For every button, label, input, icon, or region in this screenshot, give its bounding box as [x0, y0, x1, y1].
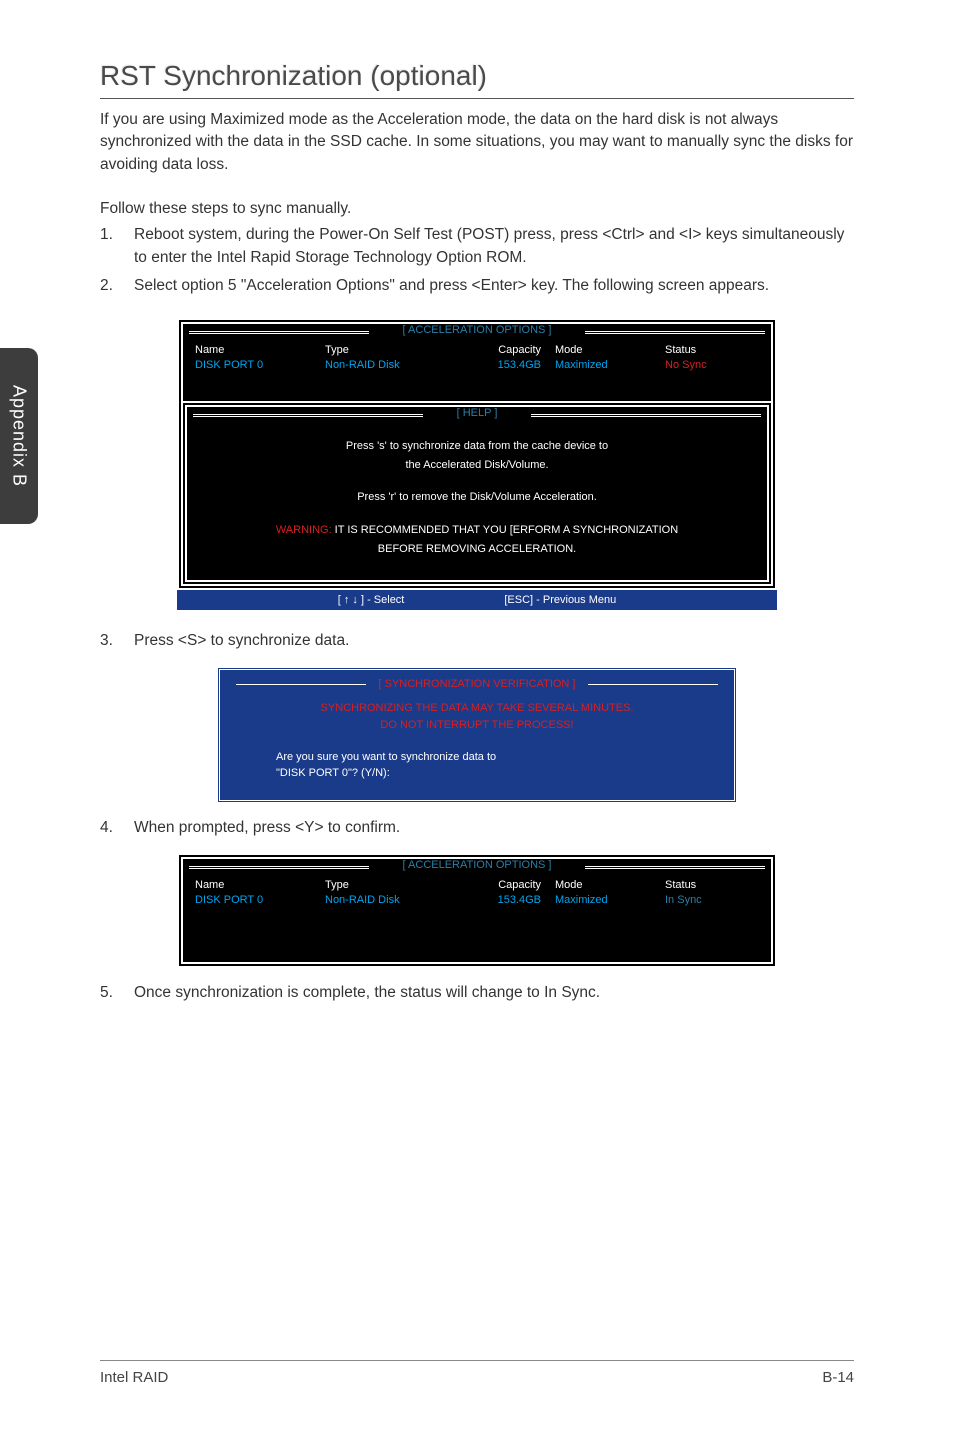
bios-footer-bar: [ ↑ ↓ ] - Select [ESC] - Previous Menu — [177, 590, 777, 610]
sync-verification-dialog: [ SYNCHRONIZATION VERIFICATION ] SYNCHRO… — [217, 667, 737, 803]
bios-help-content: Press 's' to synchronize data from the c… — [187, 421, 767, 580]
step-1: Reboot system, during the Power-On Self … — [100, 224, 854, 269]
bios-footer-select: [ ↑ ↓ ] - Select — [338, 594, 405, 606]
sync-verify-title: [ SYNCHRONIZATION VERIFICATION ] — [236, 678, 718, 690]
bios-help-title: [ HELP ] — [187, 407, 767, 421]
sync-warning-text: SYNCHRONIZING THE DATA MAY TAKE SEVERAL … — [236, 700, 718, 735]
bios2-table-header: Name Type Capacity Mode Status — [195, 879, 759, 891]
bios-table-header: Name Type Capacity Mode Status — [195, 344, 759, 356]
footer-page-number: B-14 — [822, 1369, 854, 1386]
bios-footer-esc: [ESC] - Previous Menu — [504, 594, 616, 606]
follow-text: Follow these steps to sync manually. — [100, 200, 854, 218]
step-2: Select option 5 "Acceleration Options" a… — [100, 275, 854, 297]
bios2-table-row: DISK PORT 0 Non-RAID Disk 153.4GB Maximi… — [195, 894, 759, 906]
bios-acceleration-options-insync: [ ACCELERATION OPTIONS ] Name Type Capac… — [177, 853, 777, 968]
page-title: RST Synchronization (optional) — [100, 60, 854, 99]
step-3: Press <S> to synchronize data. — [100, 630, 854, 652]
intro-paragraph: If you are using Maximized mode as the A… — [100, 109, 854, 176]
bios-table-row: DISK PORT 0 Non-RAID Disk 153.4GB Maximi… — [195, 359, 759, 371]
bios-acceleration-options-screen: [ ACCELERATION OPTIONS ] Name Type Capac… — [177, 318, 777, 610]
page-footer: Intel RAID B-14 — [100, 1360, 854, 1386]
step-5: Once synchronization is complete, the st… — [100, 982, 854, 1004]
bios-section-title: [ ACCELERATION OPTIONS ] — [183, 324, 771, 338]
step-4: When prompted, press <Y> to confirm. — [100, 817, 854, 839]
bios2-section-title: [ ACCELERATION OPTIONS ] — [183, 859, 771, 873]
footer-section: Intel RAID — [100, 1369, 168, 1386]
sync-confirm-prompt: Are you sure you want to synchronize dat… — [236, 749, 718, 782]
